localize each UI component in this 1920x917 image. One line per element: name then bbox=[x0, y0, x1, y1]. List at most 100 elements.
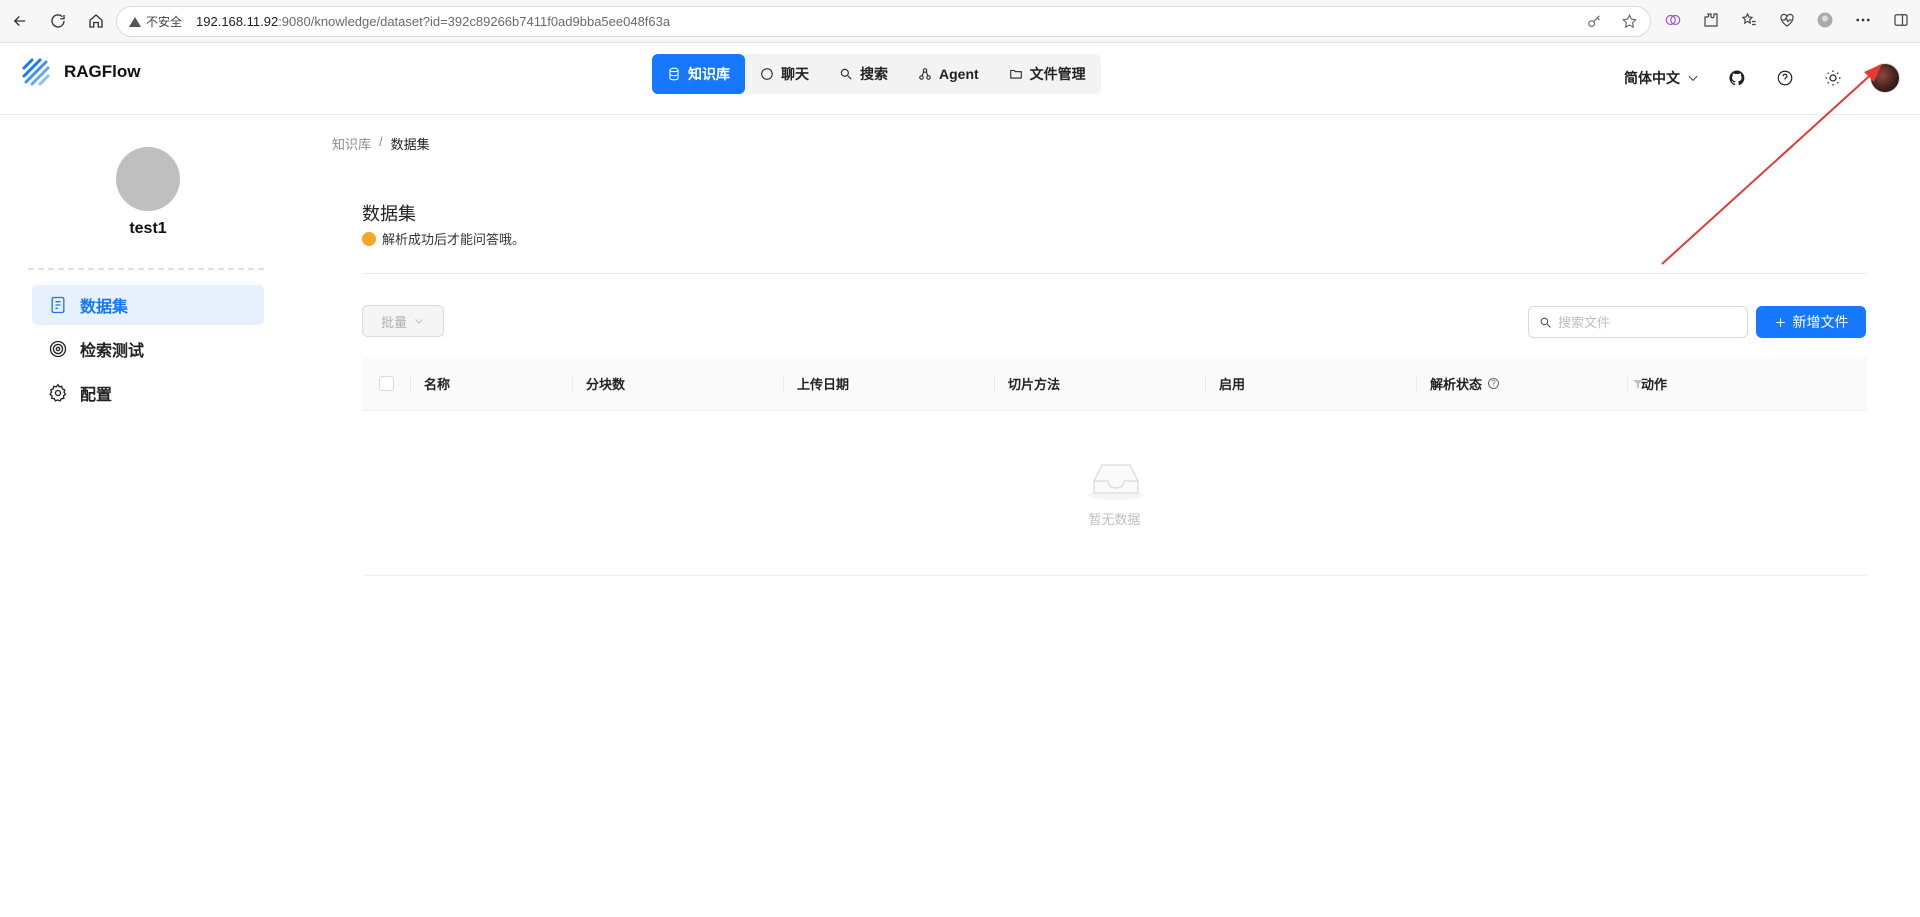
sidebar-item-settings[interactable]: 配置 bbox=[32, 373, 264, 413]
breadcrumb-current: 数据集 bbox=[390, 137, 430, 152]
tab-label: Agent bbox=[939, 66, 979, 82]
extension-brain-icon[interactable] bbox=[1662, 9, 1684, 31]
theme-toggle-button[interactable] bbox=[1822, 67, 1844, 89]
add-file-label: 新增文件 bbox=[1792, 314, 1849, 330]
sidebar-item-dataset[interactable]: 数据集 bbox=[32, 285, 264, 325]
key-icon[interactable] bbox=[1586, 13, 1603, 30]
breadcrumb: 知识库 / 数据集 bbox=[332, 134, 430, 153]
dataset-avatar bbox=[116, 147, 180, 211]
question-circle-icon[interactable]: ? bbox=[1488, 378, 1500, 389]
page-title: 数据集 bbox=[362, 204, 416, 224]
file-table: 名称 分块数 上传日期 切片方法 启用 解析状态 ? 动作 暂无数据 bbox=[362, 357, 1867, 576]
select-all-cell bbox=[362, 357, 410, 411]
url-host: 192.168.11.92 bbox=[196, 14, 279, 29]
chevron-down-icon bbox=[415, 319, 423, 324]
address-bar[interactable]: 不安全 192.168.11.92:9080/knowledge/dataset… bbox=[116, 6, 1651, 37]
logo[interactable]: RAGFlow bbox=[20, 56, 141, 88]
profile-icon[interactable] bbox=[1814, 9, 1836, 31]
folder-icon bbox=[1009, 69, 1022, 79]
sidebar: test1 数据集 检索测试 配置 bbox=[0, 116, 290, 917]
back-button[interactable] bbox=[2, 3, 38, 39]
app-header: RAGFlow 知识库 聊天 搜索 Agent 文件管理 简体中文 bbox=[0, 44, 1920, 115]
plus-icon bbox=[1775, 317, 1785, 327]
tab-file-management[interactable]: 文件管理 bbox=[994, 54, 1101, 94]
help-button[interactable] bbox=[1774, 67, 1796, 89]
page-hint-text: 解析成功后才能问答哦。 bbox=[382, 232, 526, 247]
search-icon bbox=[1540, 317, 1551, 328]
star-icon[interactable] bbox=[1621, 13, 1638, 30]
content-divider bbox=[362, 273, 1867, 274]
arrow-left-icon bbox=[13, 16, 26, 26]
more-icon[interactable] bbox=[1852, 9, 1874, 31]
health-icon[interactable] bbox=[1776, 9, 1798, 31]
github-button[interactable] bbox=[1726, 67, 1748, 89]
empty-text: 暂无数据 bbox=[1088, 512, 1141, 527]
column-header-chunks: 分块数 bbox=[572, 357, 783, 411]
empty-inbox-icon bbox=[1088, 464, 1144, 500]
table-header: 名称 分块数 上传日期 切片方法 启用 解析状态 ? 动作 bbox=[362, 357, 1867, 411]
sun-icon bbox=[1825, 70, 1841, 86]
select-all-checkbox[interactable] bbox=[378, 376, 394, 391]
empty-state: 暂无数据 bbox=[362, 411, 1867, 576]
breadcrumb-separator: / bbox=[379, 134, 383, 149]
tab-label: 文件管理 bbox=[1029, 66, 1086, 82]
tab-label: 搜索 bbox=[860, 66, 888, 82]
user-avatar[interactable] bbox=[1870, 63, 1900, 93]
column-header-enabled: 启用 bbox=[1205, 357, 1416, 411]
column-header-name: 名称 bbox=[410, 357, 572, 411]
language-selector[interactable]: 简体中文 bbox=[1624, 68, 1700, 88]
tab-chat[interactable]: 聊天 bbox=[745, 54, 824, 94]
reload-icon bbox=[51, 14, 65, 28]
security-indicator[interactable]: 不安全 bbox=[129, 13, 182, 30]
sidebar-item-label: 检索测试 bbox=[80, 343, 145, 360]
add-file-button[interactable]: 新增文件 bbox=[1756, 306, 1866, 338]
document-icon bbox=[51, 296, 65, 314]
question-circle-icon bbox=[1777, 70, 1793, 86]
file-search-input[interactable] bbox=[1558, 314, 1738, 330]
browser-toolbar: 不安全 192.168.11.92:9080/knowledge/dataset… bbox=[0, 0, 1920, 43]
column-header-parse-status-label: 解析状态 bbox=[1430, 377, 1483, 392]
security-label: 不安全 bbox=[146, 15, 183, 29]
sidebar-toggle-icon[interactable] bbox=[1890, 9, 1912, 31]
file-search-box[interactable] bbox=[1528, 306, 1748, 338]
sidebar-item-retrieval-test[interactable]: 检索测试 bbox=[32, 329, 264, 369]
filter-icon bbox=[1633, 380, 1643, 389]
main-nav: 知识库 聊天 搜索 Agent 文件管理 bbox=[652, 54, 1101, 94]
batch-dropdown[interactable]: 批量 bbox=[362, 305, 444, 337]
column-header-upload-date: 上传日期 bbox=[783, 357, 994, 411]
sidebar-divider bbox=[28, 268, 264, 270]
page-hint: 解析成功后才能问答哦。 bbox=[362, 229, 525, 248]
gear-icon bbox=[49, 383, 67, 402]
dataset-name: test1 bbox=[129, 220, 167, 237]
tab-label: 聊天 bbox=[781, 66, 809, 82]
github-icon bbox=[1729, 70, 1745, 86]
column-header-chunk-method: 切片方法 bbox=[994, 357, 1205, 411]
chat-icon bbox=[761, 68, 773, 80]
home-icon bbox=[89, 14, 103, 28]
column-header-parse-status: 解析状态 ? bbox=[1416, 357, 1627, 411]
sidebar-item-label: 配置 bbox=[80, 387, 113, 404]
favorites-icon[interactable] bbox=[1738, 9, 1760, 31]
tab-label: 知识库 bbox=[688, 66, 730, 82]
url-path: :9080/knowledge/dataset?id=392c89266b741… bbox=[278, 14, 671, 29]
language-label: 简体中文 bbox=[1624, 70, 1680, 86]
logo-text: RAGFlow bbox=[64, 62, 141, 81]
reload-button[interactable] bbox=[40, 3, 76, 39]
ragflow-logo-icon bbox=[22, 58, 50, 86]
smile-emoji-icon bbox=[362, 231, 376, 246]
agent-icon bbox=[919, 68, 931, 80]
tab-agent[interactable]: Agent bbox=[903, 54, 994, 94]
search-icon bbox=[840, 68, 852, 80]
home-button[interactable] bbox=[78, 3, 114, 39]
sidebar-menu: 数据集 检索测试 配置 bbox=[32, 285, 264, 417]
sidebar-item-label: 数据集 bbox=[80, 299, 129, 316]
batch-label: 批量 bbox=[380, 314, 407, 330]
warning-icon bbox=[129, 16, 141, 27]
breadcrumb-parent[interactable]: 知识库 bbox=[332, 134, 371, 153]
column-header-action: 动作 bbox=[1627, 357, 1827, 411]
tab-search[interactable]: 搜索 bbox=[824, 54, 903, 94]
database-icon bbox=[669, 67, 679, 81]
tab-knowledge-base[interactable]: 知识库 bbox=[652, 54, 745, 94]
target-icon bbox=[49, 340, 67, 358]
extensions-icon[interactable] bbox=[1700, 9, 1722, 31]
